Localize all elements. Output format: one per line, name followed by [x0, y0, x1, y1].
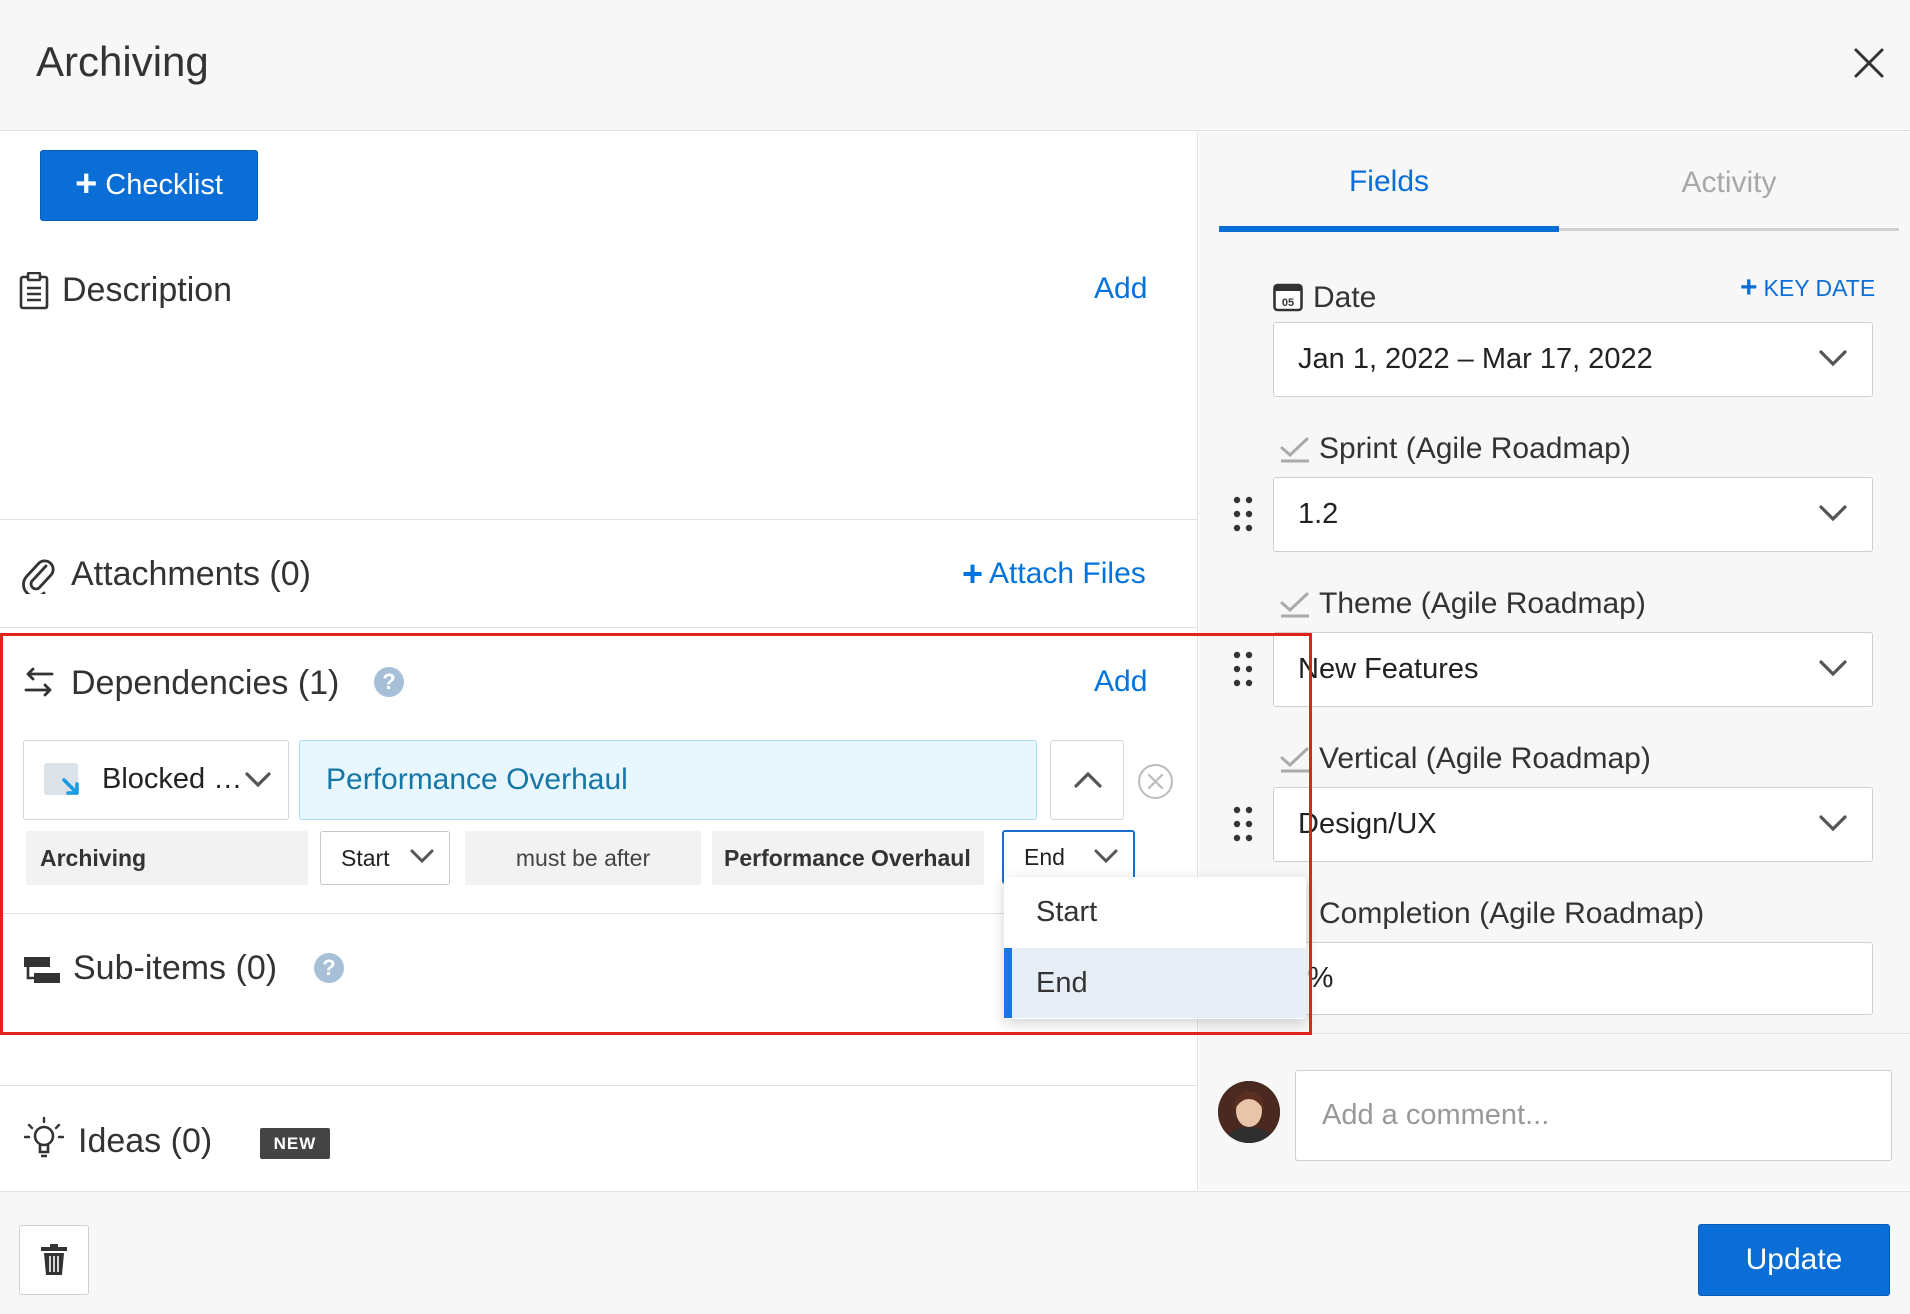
tab-fields[interactable]: Fields: [1219, 165, 1559, 199]
add-checklist-button[interactable]: + Checklist: [40, 150, 258, 221]
checkmark-icon: [1279, 592, 1311, 618]
theme-value: New Features: [1298, 653, 1479, 685]
plus-icon: +: [962, 553, 984, 594]
attachments-title: Attachments (0): [71, 555, 311, 593]
modal-footer: [0, 1191, 1910, 1314]
update-button[interactable]: Update: [1698, 1224, 1890, 1296]
add-key-date-link[interactable]: + KEY DATE: [1740, 273, 1875, 303]
constraint-relation: must be after: [465, 831, 701, 885]
constraint-target-item: Performance Overhaul: [712, 831, 984, 885]
drag-handle-icon[interactable]: [1233, 651, 1253, 687]
calendar-icon: 05: [1273, 282, 1303, 312]
trash-icon: [41, 1244, 67, 1276]
menu-item-start[interactable]: Start: [1004, 877, 1306, 947]
new-badge: NEW: [260, 1128, 330, 1159]
description-add-link[interactable]: Add: [1094, 272, 1147, 306]
ideas-title: Ideas (0): [78, 1122, 213, 1160]
attach-files-link[interactable]: + Attach Files: [962, 556, 1146, 592]
dependency-type-label: Blocked …: [102, 763, 243, 795]
modal-title: Archiving: [36, 38, 209, 85]
target-point-select[interactable]: End: [1002, 830, 1135, 884]
sprint-field[interactable]: 1.2: [1273, 477, 1873, 552]
help-icon[interactable]: ?: [374, 667, 404, 697]
constraint-source-item: Archiving: [26, 831, 308, 885]
blocked-by-icon: [44, 763, 86, 803]
delete-button[interactable]: [19, 1225, 89, 1295]
drag-handle-icon[interactable]: [1233, 806, 1253, 842]
dependencies-title: Dependencies (1): [71, 664, 340, 702]
chevron-down-icon: [1818, 659, 1848, 678]
sub-items-title: Sub-items (0): [73, 949, 278, 987]
dependency-arrows-icon: [22, 666, 56, 698]
vertical-field[interactable]: Design/UX: [1273, 787, 1873, 862]
sprint-label: Sprint (Agile Roadmap): [1319, 432, 1631, 465]
chevron-down-icon: [1093, 848, 1119, 865]
chevron-up-icon: [1073, 771, 1103, 789]
vertical-value: Design/UX: [1298, 808, 1437, 840]
point-dropdown-menu: Start End: [1004, 877, 1306, 1019]
checklist-button-label: Checklist: [105, 169, 223, 201]
divider: [0, 627, 1198, 628]
chevron-down-icon: [1818, 814, 1848, 833]
chevron-down-icon: [409, 848, 435, 865]
calendar-icon-text: 05: [1282, 297, 1294, 309]
completion-field[interactable]: )%: [1273, 942, 1873, 1015]
divider: [0, 1085, 1198, 1086]
paperclip-icon: [22, 554, 56, 594]
dependencies-add-link[interactable]: Add: [1094, 665, 1147, 699]
description-title: Description: [62, 271, 233, 309]
theme-label: Theme (Agile Roadmap): [1319, 587, 1646, 620]
dependency-type-select[interactable]: Blocked …: [23, 740, 289, 820]
dependency-target-label: Performance Overhaul: [326, 763, 628, 796]
menu-item-end[interactable]: End: [1004, 948, 1306, 1018]
theme-field[interactable]: New Features: [1273, 632, 1873, 707]
collapse-dependency-button[interactable]: [1050, 740, 1124, 820]
sub-items-icon: [24, 956, 60, 984]
checkmark-icon: [1279, 437, 1311, 463]
source-point-select[interactable]: Start: [320, 831, 450, 885]
vertical-label: Vertical (Agile Roadmap): [1319, 742, 1651, 775]
date-value: Jan 1, 2022 – Mar 17, 2022: [1298, 343, 1653, 375]
completion-label: Completion (Agile Roadmap): [1319, 897, 1705, 930]
plus-icon: +: [1740, 271, 1758, 304]
comment-input[interactable]: Add a comment...: [1295, 1070, 1892, 1161]
close-icon[interactable]: [1850, 44, 1888, 82]
clipboard-icon: [19, 272, 49, 310]
divider: [0, 519, 1198, 520]
help-icon[interactable]: ?: [314, 953, 344, 983]
checkmark-icon: [1279, 747, 1311, 773]
target-point-label: End: [1024, 843, 1065, 870]
lightbulb-icon: [24, 1116, 64, 1162]
drag-handle-icon[interactable]: [1233, 496, 1253, 532]
date-field[interactable]: Jan 1, 2022 – Mar 17, 2022: [1273, 322, 1873, 397]
chevron-down-icon: [244, 771, 272, 789]
tab-activity[interactable]: Activity: [1559, 166, 1899, 200]
remove-dependency-icon[interactable]: [1137, 763, 1174, 800]
divider: [1199, 1033, 1910, 1034]
modal-header: [0, 0, 1910, 131]
chevron-down-icon: [1818, 349, 1848, 368]
avatar: [1218, 1081, 1280, 1143]
attach-files-label: Attach Files: [989, 557, 1146, 590]
source-point-label: Start: [341, 844, 390, 871]
date-label: Date: [1313, 281, 1377, 314]
plus-icon: +: [75, 162, 98, 205]
dependency-target-field[interactable]: Performance Overhaul: [299, 740, 1037, 820]
key-date-label: KEY DATE: [1763, 274, 1876, 301]
chevron-down-icon: [1818, 504, 1848, 523]
sprint-value: 1.2: [1298, 498, 1339, 530]
active-tab-indicator: [1219, 226, 1559, 232]
